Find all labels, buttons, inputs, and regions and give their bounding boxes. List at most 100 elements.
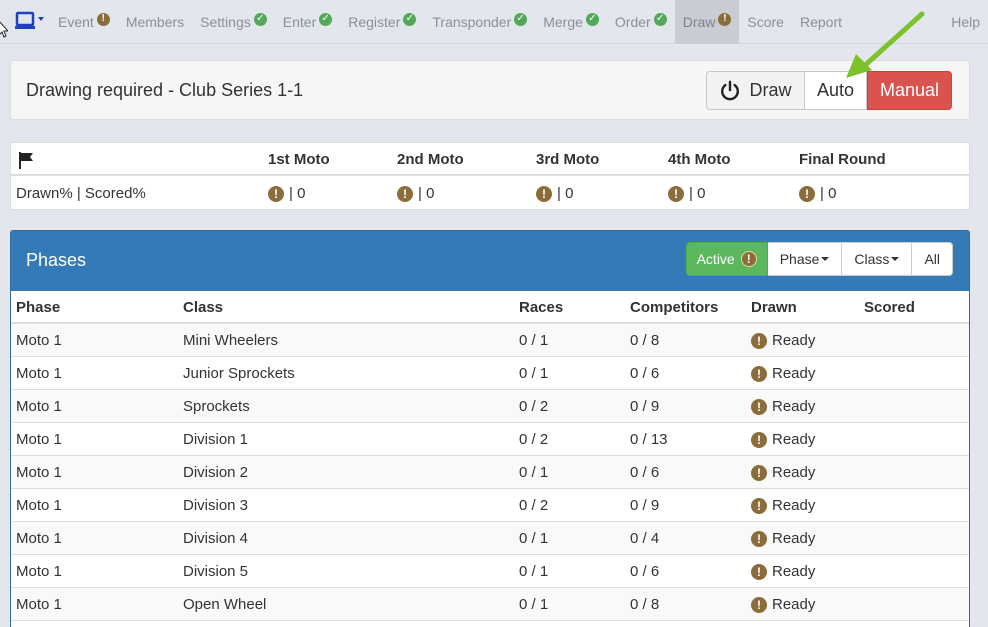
- monitor-dropdown-icon[interactable]: [14, 10, 48, 34]
- cell-races: 0 / 2: [519, 398, 549, 415]
- col-header-competitors[interactable]: Competitors: [630, 291, 718, 324]
- annotation-arrow-icon: [846, 11, 925, 78]
- cell-competitors: 0 / 6: [630, 563, 660, 580]
- check-circle-icon: ✓: [319, 12, 333, 26]
- nav-item-label: Members: [125, 14, 185, 30]
- drawn-status-label: Ready: [772, 596, 816, 613]
- cell-phase: Moto 1: [16, 332, 62, 349]
- warning-icon: !: [751, 464, 767, 481]
- table-row[interactable]: Moto 1 Division 3 0 / 2 0 / 9! Ready: [11, 489, 969, 522]
- moto-summary-header: 1st Moto 2nd Moto 3rd Moto 4th Moto Fina…: [11, 143, 969, 176]
- help-link[interactable]: Help: [951, 0, 980, 44]
- nav-item-settings[interactable]: Settings ✓: [192, 0, 275, 44]
- warning-icon: !: [96, 12, 110, 26]
- nav-item-enter[interactable]: Enter ✓: [275, 0, 340, 44]
- moto-col-1: 1st Moto: [268, 151, 330, 168]
- nav-item-label: Event: [58, 14, 94, 30]
- warning-icon: !: [751, 332, 767, 349]
- caret-down-icon: [891, 257, 900, 261]
- moto-col-2: 2nd Moto: [397, 151, 464, 168]
- warning-icon: !: [751, 398, 767, 415]
- cell-competitors: 0 / 4: [630, 530, 660, 547]
- moto-value-text: | 0: [289, 185, 306, 202]
- table-row[interactable]: Moto 1 Open Wheel 0 / 1 0 / 8! Ready: [11, 588, 969, 621]
- nav-item-draw[interactable]: Draw!: [674, 0, 740, 44]
- phase-filter-buttons: Active ! Phase Class All: [685, 242, 953, 276]
- cell-drawn: ! Ready: [751, 555, 815, 588]
- phases-table-header: Phase Class Races Competitors Drawn Scor…: [11, 291, 969, 324]
- col-header-scored[interactable]: Scored: [864, 291, 915, 324]
- col-header-races[interactable]: Races: [519, 291, 563, 324]
- phases-panel-header: Phases Active ! Phase Class All: [11, 231, 969, 291]
- class-filter-label: Class: [854, 251, 890, 267]
- warning-icon: !: [751, 365, 767, 382]
- moto-col-final: Final Round: [799, 151, 886, 168]
- moto-value-2: ! | 0: [397, 177, 434, 210]
- nav-item-label: Settings: [200, 14, 251, 30]
- col-header-phase[interactable]: Phase: [16, 291, 60, 324]
- nav-item-register[interactable]: Register ✓: [340, 0, 424, 44]
- table-row[interactable]: Moto 1 Division 1 0 / 2 0 / 13! Ready: [11, 423, 969, 456]
- moto-value-3: ! | 0: [536, 177, 573, 210]
- cell-races: 0 / 1: [519, 365, 549, 382]
- cell-competitors: 0 / 9: [630, 497, 660, 514]
- nav-item-label: Register: [348, 14, 401, 30]
- cell-competitors: 0 / 6: [630, 464, 660, 481]
- table-row[interactable]: Moto 1 Sprockets 0 / 2 0 / 9! Ready: [11, 390, 969, 423]
- phase-filter-dropdown[interactable]: Phase: [767, 242, 843, 276]
- cell-class: Sprockets: [183, 398, 250, 415]
- draw-button[interactable]: Draw: [706, 71, 805, 110]
- check-circle-icon: ✓: [585, 12, 599, 26]
- active-filter-label: Active: [696, 251, 735, 267]
- cell-class: Division 5: [183, 563, 249, 580]
- table-row[interactable]: Moto 1 Division 4 0 / 1 0 / 4! Ready: [11, 522, 969, 555]
- cell-phase: Moto 1: [16, 365, 62, 382]
- moto-col-4: 4th Moto: [668, 151, 731, 168]
- nav-item-members[interactable]: Members: [118, 0, 192, 44]
- warning-icon: !: [668, 185, 684, 202]
- cell-races: 0 / 1: [519, 596, 549, 613]
- phases-table: Phase Class Races Competitors Drawn Scor…: [11, 291, 969, 621]
- drawn-status-label: Ready: [772, 332, 816, 349]
- all-filter-button[interactable]: All: [912, 242, 953, 276]
- moto-value-4: ! | 0: [668, 177, 705, 210]
- mouse-cursor-icon: [0, 21, 8, 38]
- col-header-drawn[interactable]: Drawn: [751, 291, 797, 324]
- flag-icon: [17, 143, 35, 176]
- class-filter-dropdown[interactable]: Class: [842, 242, 913, 276]
- moto-value-text: | 0: [689, 185, 706, 202]
- nav-item-order[interactable]: Order ✓: [607, 0, 675, 44]
- cell-competitors: 0 / 9: [630, 398, 660, 415]
- nav-item-label: Report: [799, 14, 842, 30]
- warning-icon: !: [268, 185, 284, 202]
- power-icon: [721, 80, 740, 100]
- cell-races: 0 / 1: [519, 530, 549, 547]
- active-filter-button[interactable]: Active !: [685, 242, 768, 276]
- cell-drawn: ! Ready: [751, 588, 815, 621]
- nav-item-merge[interactable]: Merge ✓: [535, 0, 607, 44]
- warning-icon: !: [751, 431, 767, 448]
- col-header-class[interactable]: Class: [183, 291, 223, 324]
- cell-class: Division 1: [183, 431, 249, 448]
- drawn-status-label: Ready: [772, 530, 816, 547]
- nav-item-label: Order: [614, 14, 651, 30]
- cell-class: Open Wheel: [183, 596, 267, 613]
- cell-races: 0 / 1: [519, 563, 549, 580]
- table-row[interactable]: Moto 1 Division 2 0 / 1 0 / 6! Ready: [11, 456, 969, 489]
- table-row[interactable]: Moto 1 Mini Wheelers 0 / 1 0 / 8! Ready: [11, 324, 969, 357]
- nav-item-transponder[interactable]: Transponder ✓: [424, 0, 535, 44]
- cell-phase: Moto 1: [16, 464, 62, 481]
- cell-class: Junior Sprockets: [183, 365, 295, 382]
- check-circle-icon: ✓: [514, 12, 528, 26]
- warning-icon: !: [536, 185, 552, 202]
- nav-item-event[interactable]: Event!: [50, 0, 118, 44]
- table-row[interactable]: Moto 1 Junior Sprockets 0 / 1 0 / 6! Ready: [11, 357, 969, 390]
- cell-phase: Moto 1: [16, 530, 62, 547]
- cell-phase: Moto 1: [16, 596, 62, 613]
- warning-icon: !: [718, 12, 732, 26]
- drawn-status-label: Ready: [772, 398, 816, 415]
- warning-icon: !: [751, 497, 767, 514]
- nav-item-score[interactable]: Score: [739, 0, 792, 44]
- table-row[interactable]: Moto 1 Division 5 0 / 1 0 / 6! Ready: [11, 555, 969, 588]
- drawn-status-label: Ready: [772, 464, 816, 481]
